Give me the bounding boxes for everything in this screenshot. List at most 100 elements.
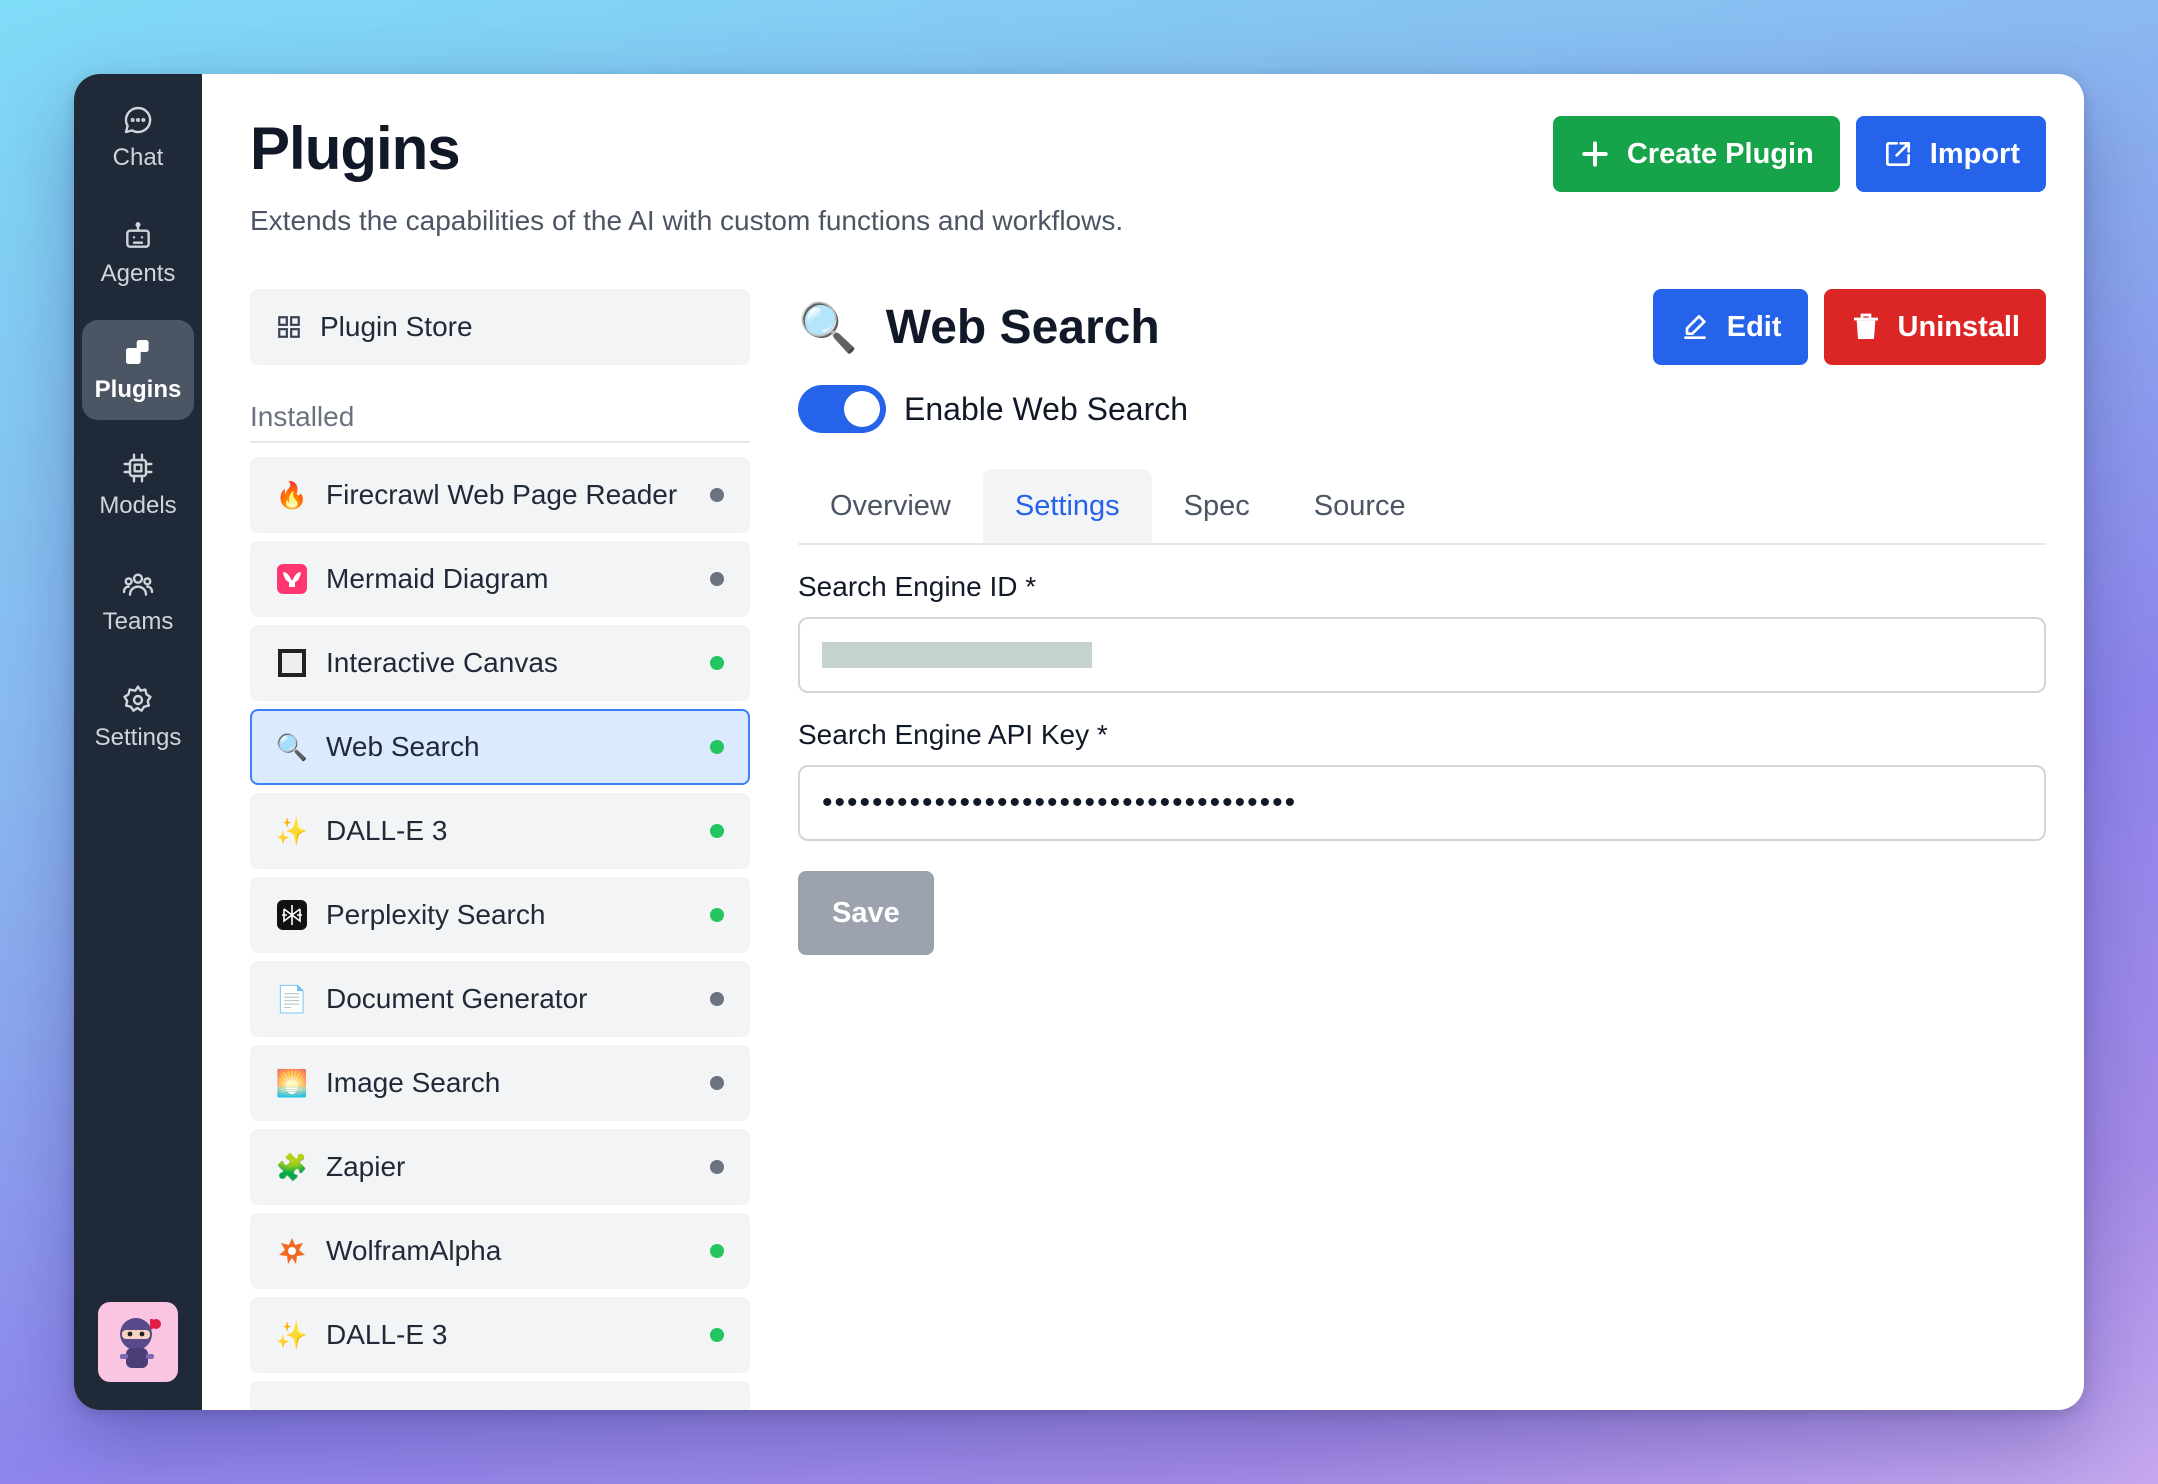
sidebar-item-label: Teams bbox=[102, 608, 174, 635]
status-dot bbox=[710, 740, 724, 754]
sunrise-icon: 🌅 bbox=[275, 1067, 309, 1098]
sidebar-item-label: Chat bbox=[112, 144, 164, 171]
uninstall-button[interactable]: Uninstall bbox=[1823, 289, 2046, 365]
api-key-label: Search Engine API Key * bbox=[798, 719, 1108, 750]
header-actions: Create Plugin Import bbox=[1552, 116, 2046, 192]
status-dot bbox=[710, 1160, 724, 1174]
plugin-item-dalle[interactable]: ✨ DALL-E 3 bbox=[250, 793, 750, 869]
save-button[interactable]: Save bbox=[798, 871, 934, 955]
search-engine-id-label: Search Engine ID * bbox=[798, 571, 1037, 602]
installed-heading: Installed bbox=[250, 401, 750, 443]
fire-icon: 🔥 bbox=[275, 479, 309, 510]
magnifier-icon: 🔍 bbox=[275, 731, 309, 762]
plugin-name: DALL-E 3 bbox=[326, 815, 448, 846]
toggle-knob bbox=[844, 391, 880, 427]
tab-source[interactable]: Source bbox=[1282, 469, 1438, 543]
models-icon bbox=[122, 452, 154, 484]
tab-spec[interactable]: Spec bbox=[1152, 469, 1282, 543]
uninstall-label: Uninstall bbox=[1897, 310, 2020, 343]
plugin-item-perplexity[interactable]: Perplexity Search bbox=[250, 877, 750, 953]
agents-icon bbox=[122, 220, 154, 252]
mermaid-icon bbox=[276, 563, 308, 595]
sidebar-item-models[interactable]: Models bbox=[82, 436, 194, 536]
plugin-name: Zapier bbox=[326, 1151, 406, 1182]
plugin-item-partial[interactable] bbox=[250, 1381, 750, 1410]
status-dot bbox=[710, 488, 724, 502]
sidebar-item-label: Plugins bbox=[94, 376, 182, 403]
plugin-name: Interactive Canvas bbox=[326, 647, 558, 678]
plugin-name: Web Search bbox=[326, 731, 480, 762]
chat-icon bbox=[122, 104, 154, 136]
sidebar-item-plugins[interactable]: Plugins bbox=[82, 320, 194, 420]
status-dot bbox=[710, 992, 724, 1006]
plugin-name: Document Generator bbox=[326, 983, 588, 1014]
external-link-icon bbox=[1885, 142, 1910, 166]
sidebar-item-agents[interactable]: Agents bbox=[82, 204, 194, 304]
app-window: Chat Agents Plugins Models Teams Setting… bbox=[74, 74, 2084, 1410]
toggle-label: Enable Web Search bbox=[904, 390, 1189, 427]
plugin-sidebar: Plugin Store Installed 🔥 Firecrawl Web P… bbox=[250, 289, 750, 1410]
status-dot bbox=[710, 1244, 724, 1258]
import-button[interactable]: Import bbox=[1855, 116, 2046, 192]
detail-actions: Edit Uninstall bbox=[1652, 289, 2046, 365]
puzzle-icon: 🧩 bbox=[275, 1151, 309, 1182]
plus-icon bbox=[1582, 141, 1608, 167]
settings-icon bbox=[122, 684, 154, 716]
tab-overview[interactable]: Overview bbox=[798, 469, 983, 543]
enable-toggle-row: Enable Web Search bbox=[798, 385, 2046, 433]
sidebar-item-label: Settings bbox=[94, 724, 182, 751]
sparkles-icon: ✨ bbox=[275, 815, 309, 846]
plugin-item-interactive-canvas[interactable]: Interactive Canvas bbox=[250, 625, 750, 701]
api-key-value: •••••••••••••••••••••••••••••••••••••• bbox=[822, 786, 1298, 819]
plugin-item-mermaid[interactable]: Mermaid Diagram bbox=[250, 541, 750, 617]
plugin-name: Image Search bbox=[326, 1067, 501, 1098]
plugin-item-firecrawl[interactable]: 🔥 Firecrawl Web Page Reader bbox=[250, 457, 750, 533]
wolfram-icon bbox=[276, 1235, 308, 1267]
plugin-store-link[interactable]: Plugin Store bbox=[250, 289, 750, 365]
edit-label: Edit bbox=[1726, 310, 1782, 343]
sidebar: Chat Agents Plugins Models Teams Setting… bbox=[74, 74, 202, 1410]
enable-toggle[interactable] bbox=[798, 385, 886, 433]
sidebar-item-settings[interactable]: Settings bbox=[82, 668, 194, 768]
teams-icon bbox=[122, 568, 154, 600]
ninja-avatar-icon bbox=[120, 1318, 161, 1368]
create-plugin-button[interactable]: Create Plugin bbox=[1552, 116, 1840, 192]
api-key-input[interactable]: •••••••••••••••••••••••••••••••••••••• bbox=[798, 765, 2046, 841]
status-dot bbox=[710, 824, 724, 838]
status-dot bbox=[710, 656, 724, 670]
plugin-detail: 🔍 Web Search Edit Uninstall Enable Web S… bbox=[798, 289, 2046, 1410]
search-engine-id-input[interactable] bbox=[798, 617, 2046, 693]
plugin-item-document-generator[interactable]: 📄 Document Generator bbox=[250, 961, 750, 1037]
plugin-item-web-search[interactable]: 🔍 Web Search bbox=[250, 709, 750, 785]
avatar[interactable] bbox=[98, 1302, 178, 1382]
plugin-item-image-search[interactable]: 🌅 Image Search bbox=[250, 1045, 750, 1121]
create-plugin-label: Create Plugin bbox=[1626, 137, 1814, 170]
plugin-item-dalle-2[interactable]: ✨ DALL-E 3 bbox=[250, 1297, 750, 1373]
sidebar-item-label: Models bbox=[99, 492, 177, 519]
grid-icon bbox=[278, 316, 300, 338]
redacted-value bbox=[822, 642, 1092, 668]
detail-tabs: Overview Settings Spec Source bbox=[798, 469, 2046, 545]
plugin-title: Web Search bbox=[885, 300, 1160, 354]
sidebar-item-chat[interactable]: Chat bbox=[82, 88, 194, 188]
tab-settings[interactable]: Settings bbox=[982, 469, 1152, 543]
edit-button[interactable]: Edit bbox=[1652, 289, 1808, 365]
installed-plugin-list: 🔥 Firecrawl Web Page Reader Mermaid Diag… bbox=[250, 457, 750, 1410]
import-label: Import bbox=[1929, 137, 2020, 170]
plugin-item-wolframalpha[interactable]: WolframAlpha bbox=[250, 1213, 750, 1289]
sidebar-item-label: Agents bbox=[100, 260, 176, 287]
plugin-store-label: Plugin Store bbox=[320, 311, 473, 342]
pencil-icon bbox=[1684, 315, 1706, 339]
plugin-name: Perplexity Search bbox=[326, 899, 546, 930]
main-content: Plugins Extends the capabilities of the … bbox=[202, 74, 2084, 1410]
plugin-name: WolframAlpha bbox=[326, 1235, 502, 1266]
status-dot bbox=[710, 1076, 724, 1090]
document-icon: 📄 bbox=[275, 983, 309, 1014]
content-area: Plugin Store Installed 🔥 Firecrawl Web P… bbox=[250, 289, 2046, 1410]
sidebar-item-teams[interactable]: Teams bbox=[82, 552, 194, 652]
status-dot bbox=[710, 572, 724, 586]
status-dot bbox=[710, 1328, 724, 1342]
plugin-item-zapier[interactable]: 🧩 Zapier bbox=[250, 1129, 750, 1205]
plugin-name: Firecrawl Web Page Reader bbox=[326, 479, 678, 510]
plugin-name: DALL-E 3 bbox=[326, 1319, 448, 1350]
